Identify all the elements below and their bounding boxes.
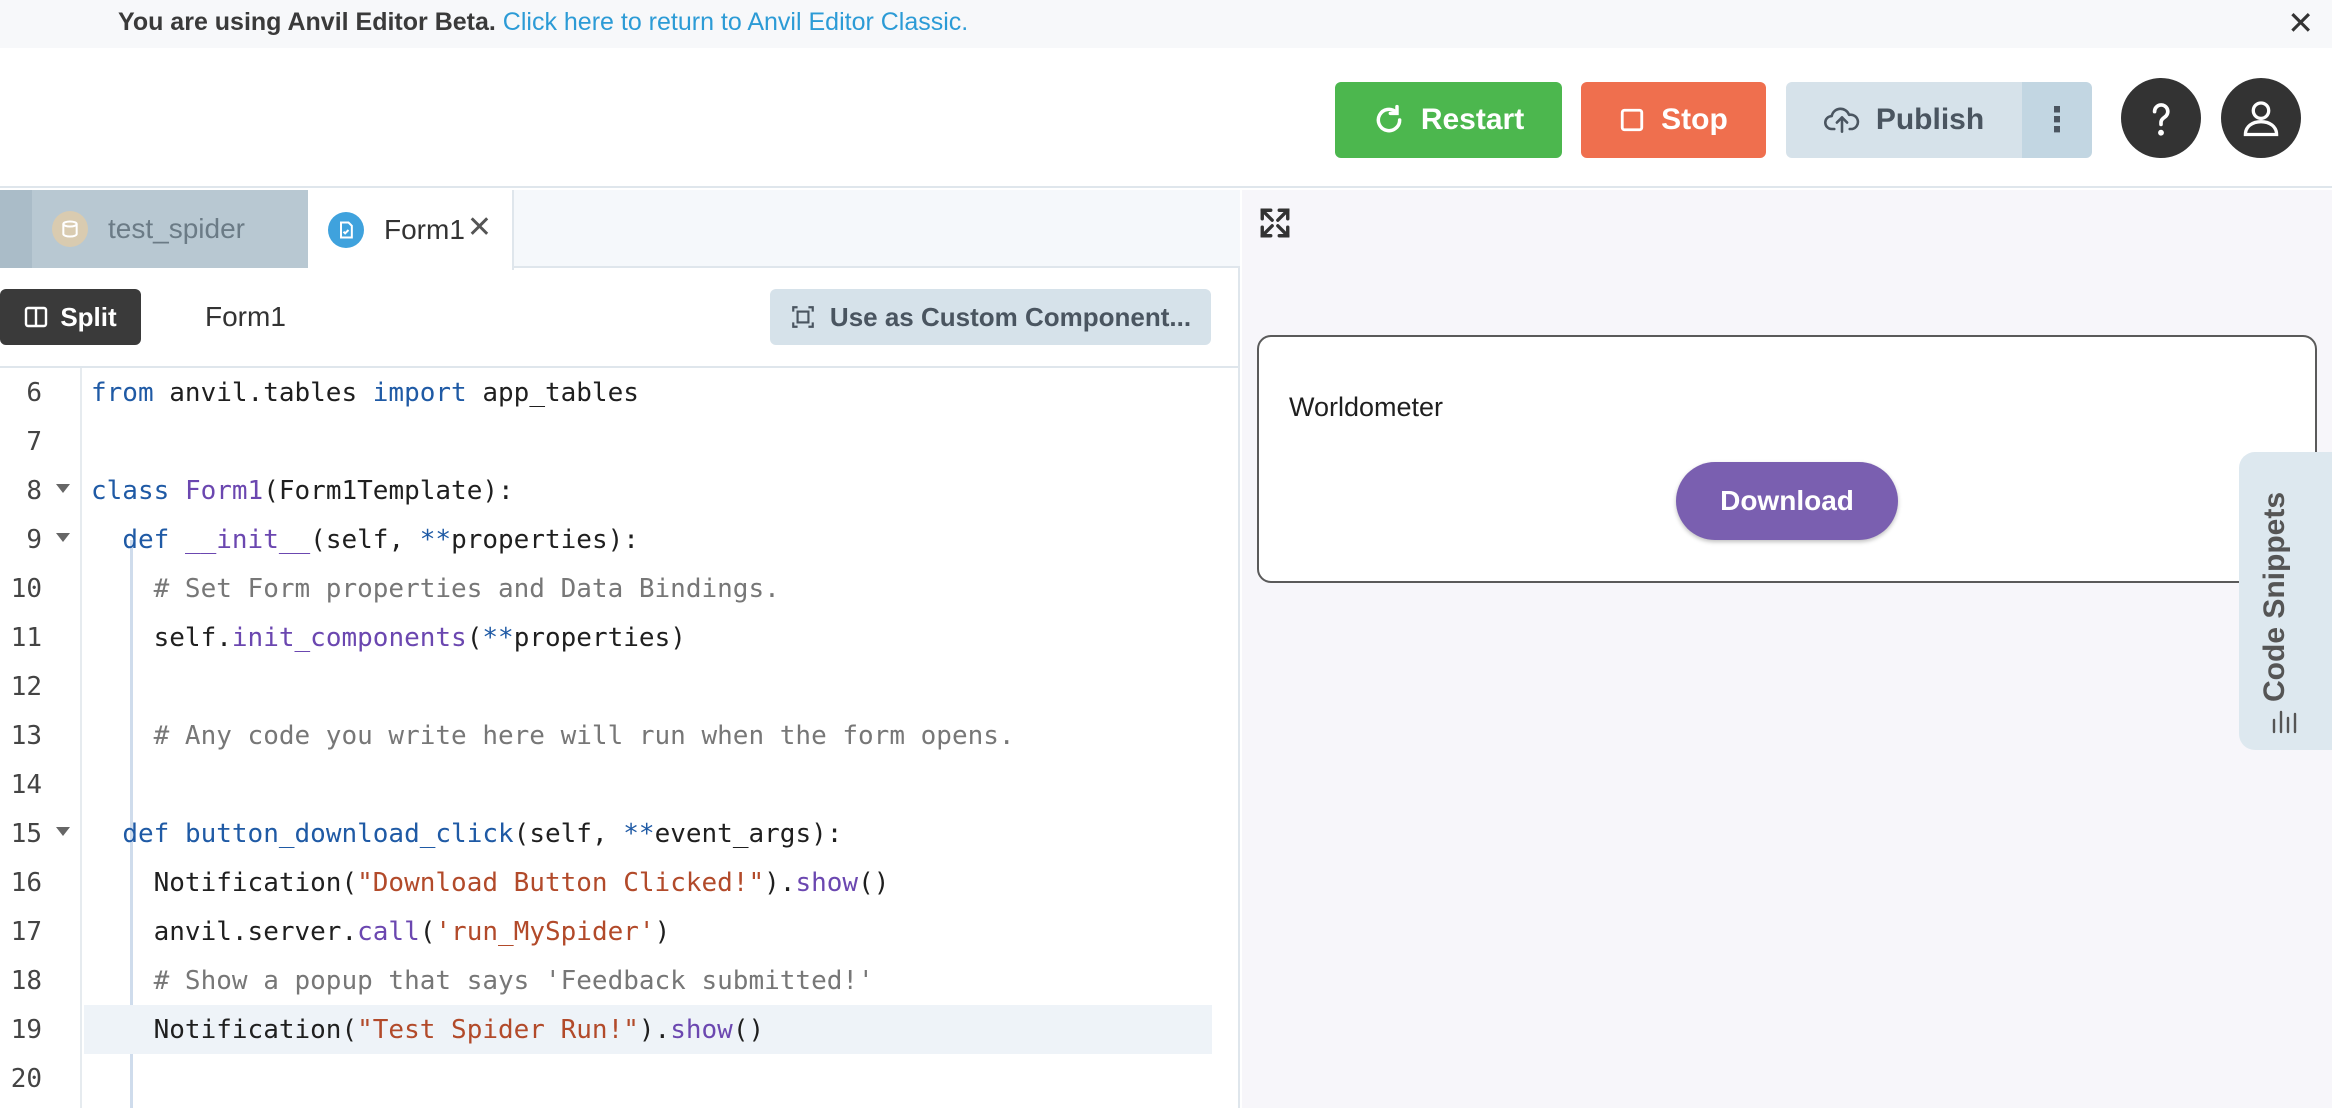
user-icon [2243, 101, 2279, 137]
download-button[interactable]: Download [1676, 462, 1898, 540]
form-card[interactable]: Worldometer Download [1257, 335, 2317, 583]
line-number: 20 [10, 1063, 42, 1094]
code-line[interactable]: 15 def button_download_click(self, **eve… [0, 809, 1240, 858]
code-snippets-panel-tab[interactable]: Code Snippets [2239, 452, 2332, 750]
component-icon [792, 306, 814, 328]
code-text: def button_download_click(self, **event_… [122, 818, 843, 849]
code-line[interactable]: 6 from anvil.tables import app_tables [0, 368, 1240, 417]
tab-form1[interactable]: Form1 ✕ [308, 190, 514, 270]
line-number: 19 [10, 1014, 42, 1045]
line-number: 16 [10, 867, 42, 898]
line-number: 11 [10, 622, 42, 653]
split-label: Split [60, 301, 117, 332]
line-number: 17 [10, 916, 42, 947]
line-number: 10 [10, 573, 42, 604]
code-area[interactable]: 6 from anvil.tables import app_tables 7 … [0, 368, 1240, 1108]
code-text: Notification("Download Button Clicked!")… [153, 867, 890, 898]
banner-close-icon[interactable]: ✕ [2287, 4, 2314, 42]
code-text: class Form1(Form1Template): [91, 475, 514, 506]
line-number: 13 [10, 720, 42, 751]
code-text: def __init__(self, **properties): [122, 524, 639, 555]
code-line[interactable]: 10 # Set Form properties and Data Bindin… [0, 564, 1240, 613]
stop-label: Stop [1661, 103, 1728, 136]
code-line[interactable]: 9 def __init__(self, **properties): [0, 515, 1240, 564]
form-title: Form1 [205, 301, 286, 332]
split-view-button[interactable]: Split [0, 289, 141, 345]
code-text: # Set Form properties and Data Bindings. [153, 573, 780, 604]
line-number: 6 [26, 377, 42, 408]
tab-test-spider[interactable]: test_spider [0, 190, 308, 268]
cloud-upload-icon [1823, 107, 1860, 133]
design-preview-pane: Worldometer Download [1242, 190, 2332, 1108]
fold-arrow-icon[interactable] [56, 533, 70, 542]
custom-component-label: Use as Custom Component... [829, 301, 1192, 332]
worldometer-label: Worldometer [1289, 392, 1444, 422]
code-text: self.init_components(**properties) [153, 622, 686, 653]
line-number: 18 [10, 965, 42, 996]
code-line[interactable]: 20 [0, 1054, 1240, 1103]
account-button[interactable] [2221, 78, 2301, 158]
code-line[interactable]: 18 # Show a popup that says 'Feedback su… [0, 956, 1240, 1005]
code-text: Notification("Test Spider Run!").show() [153, 1014, 765, 1045]
restart-button[interactable]: Restart [1335, 82, 1562, 158]
code-line[interactable]: 12 [0, 662, 1240, 711]
code-text: from anvil.tables import app_tables [91, 377, 639, 408]
use-as-custom-component-button[interactable]: Use as Custom Component... [770, 289, 1211, 345]
split-icon [25, 306, 48, 328]
stop-icon [1621, 108, 1644, 132]
publish-more-button[interactable]: ⋮ [2022, 82, 2092, 158]
more-vertical-icon: ⋮ [2040, 101, 2074, 139]
code-editor-pane: test_spider Form1 ✕ Split Form1 Use as C… [0, 190, 1240, 1108]
beta-banner: You are using Anvil Editor Beta. Click h… [0, 0, 2332, 48]
question-icon [2152, 103, 2170, 136]
code-line[interactable]: 16 Notification("Download Button Clicked… [0, 858, 1240, 907]
fold-arrow-icon[interactable] [56, 827, 70, 836]
line-number: 7 [26, 426, 42, 457]
banner-bold-text: You are using Anvil Editor Beta. [118, 8, 496, 36]
stop-button[interactable]: Stop [1581, 82, 1766, 158]
code-line[interactable]: 17 anvil.server.call('run_MySpider') [0, 907, 1240, 956]
code-text: # Any code you write here will run when … [153, 720, 1015, 751]
line-number: 14 [10, 769, 42, 800]
line-number: 12 [10, 671, 42, 702]
code-text: anvil.server.call('run_MySpider') [153, 916, 671, 947]
tab-test-spider-label: test_spider [108, 213, 245, 244]
code-line[interactable]: 14 [0, 760, 1240, 809]
publish-button[interactable]: Publish [1786, 82, 2022, 158]
line-number: 9 [26, 524, 42, 555]
fold-arrow-icon[interactable] [56, 484, 70, 493]
code-line-active[interactable]: 19 Notification("Test Spider Run!").show… [0, 1005, 1240, 1054]
code-line[interactable]: 8 class Form1(Form1Template): [0, 466, 1240, 515]
return-classic-link[interactable]: Click here to return to Anvil Editor Cla… [503, 8, 968, 36]
form-icon [328, 212, 364, 248]
banner-message: You are using Anvil Editor Beta. Click h… [118, 8, 968, 37]
bar-chart-icon [2272, 710, 2297, 734]
line-number: 8 [26, 475, 42, 506]
code-snippets-label: Code Snippets [2258, 491, 2291, 702]
refresh-icon [1376, 104, 1402, 133]
code-line[interactable]: 13 # Any code you write here will run wh… [0, 711, 1240, 760]
editor-tabs: test_spider Form1 ✕ [0, 190, 1240, 270]
code-line[interactable]: 11 self.init_components(**properties) [0, 613, 1240, 662]
line-number: 15 [10, 818, 42, 849]
database-icon [52, 211, 88, 247]
publish-label: Publish [1875, 103, 1985, 136]
expand-icon[interactable] [1258, 206, 1292, 240]
close-tab-icon[interactable]: ✕ [467, 210, 492, 245]
tab-form1-label: Form1 [384, 214, 465, 245]
code-text: # Show a popup that says 'Feedback submi… [153, 965, 874, 996]
code-line[interactable]: 7 [0, 417, 1240, 466]
toolbar: Restart Stop Publish ⋮ [0, 48, 2332, 188]
restart-label: Restart [1420, 103, 1525, 136]
help-button[interactable] [2121, 78, 2201, 158]
